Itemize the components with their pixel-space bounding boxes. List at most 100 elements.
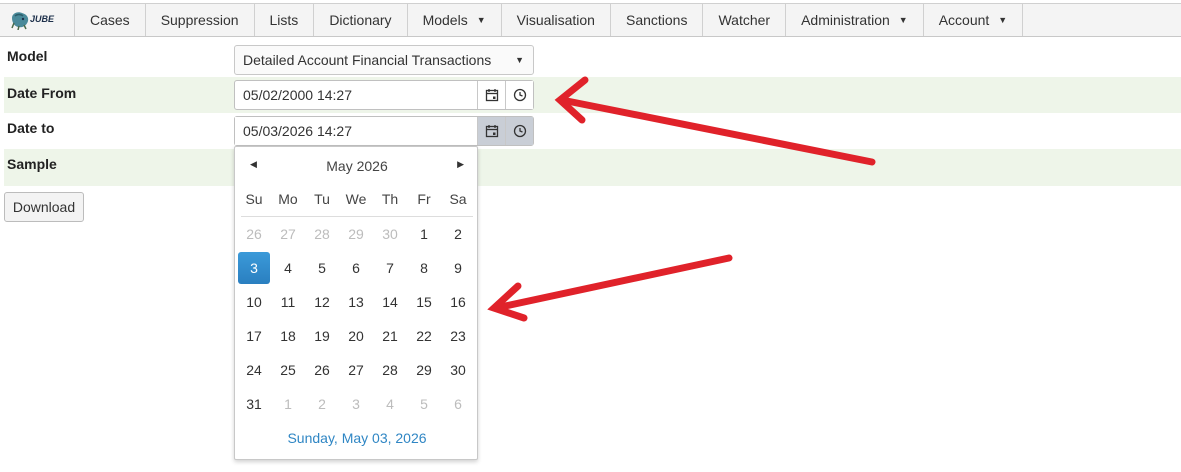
date-from-label: Date From [7,85,77,101]
calendar-day[interactable]: 29 [339,217,373,251]
calendar-day[interactable]: 28 [305,217,339,251]
nav-item-administration[interactable]: Administration ▼ [786,4,924,36]
calendar-week-row: 26 27 28 29 30 1 2 [237,217,477,251]
date-from-row: Date From [4,77,1181,113]
caret-down-icon: ▼ [898,15,908,25]
nav-item-label: Visualisation [516,12,595,28]
calendar-day[interactable]: 27 [339,353,373,387]
nav-item-account[interactable]: Account ▼ [924,4,1024,36]
calendar-day[interactable]: 22 [407,319,441,353]
model-row: Model [4,40,1181,76]
date-from-picker: 05/02/2000 14:27 [234,80,534,110]
calendar-day[interactable]: 11 [271,285,305,319]
logo-animal-icon [11,12,29,30]
calendar-header: ◀ May 2026 ▶ [235,155,479,179]
calendar-day[interactable]: 6 [339,251,373,285]
date-to-input[interactable]: 05/03/2026 14:27 [235,117,477,145]
calendar-day[interactable]: 12 [305,285,339,319]
calendar-day[interactable]: 8 [407,251,441,285]
calendar-icon [485,89,498,102]
caret-down-icon: ▼ [998,15,1008,25]
calendar-day[interactable]: 16 [441,285,475,319]
date-from-input[interactable]: 05/02/2000 14:27 [235,81,477,109]
nav-item-label: Watcher [718,12,771,28]
calendar-day[interactable]: 3 [339,387,373,421]
calendar-day[interactable]: 23 [441,319,475,353]
sample-label: Sample [7,156,57,172]
calendar-day[interactable]: 7 [373,251,407,285]
app-logo[interactable]: JUBE [0,4,75,36]
calendar-day[interactable]: 31 [237,387,271,421]
weekday-label: Mo [278,191,298,207]
nav-item-label: Cases [90,12,130,28]
calendar-day[interactable]: 6 [441,387,475,421]
nav-item-label: Sanctions [625,12,688,28]
model-select[interactable]: Detailed Account Financial Transactions … [234,45,534,75]
calendar-day[interactable]: 24 [237,353,271,387]
calendar-day[interactable]: 5 [305,251,339,285]
weekday-label: Fr [417,191,431,207]
chevron-down-icon: ▼ [515,55,524,65]
annotation-arrow-calendar [487,254,733,322]
calendar-day[interactable]: 30 [441,353,475,387]
calendar-day[interactable]: 28 [373,353,407,387]
nav-item-dictionary[interactable]: Dictionary [314,4,408,36]
calendar-day[interactable]: 2 [441,217,475,251]
nav-item-cases[interactable]: Cases [75,4,146,36]
top-navigation: JUBE Cases Suppression Lists Dictionary Mode… [0,3,1181,37]
model-label: Model [7,48,48,64]
calendar-day[interactable]: 2 [305,387,339,421]
nav-item-suppression[interactable]: Suppression [146,4,255,36]
nav-item-label: Dictionary [329,12,392,28]
calendar-day[interactable]: 21 [373,319,407,353]
triangle-right-icon[interactable]: ▶ [457,159,464,170]
calendar-day-selected[interactable]: 3 [238,252,270,284]
date-to-picker: 05/03/2026 14:27 [234,116,534,146]
download-button[interactable]: Download [4,192,84,222]
calendar-day[interactable]: 30 [373,217,407,251]
calendar-icon [485,125,498,138]
calendar-day[interactable]: 18 [271,319,305,353]
date-from-calendar-button[interactable] [477,81,505,109]
weekday-label: Sa [449,191,467,207]
calendar-day[interactable]: 25 [271,353,305,387]
calendar-day[interactable]: 4 [271,251,305,285]
calendar-week-row: 3456789 [237,251,477,285]
calendar-day[interactable]: 20 [339,319,373,353]
calendar-day[interactable]: 1 [271,387,305,421]
date-to-time-button[interactable] [505,117,533,145]
calendar-day[interactable]: 10 [237,285,271,319]
date-to-calendar-button[interactable] [477,117,505,145]
calendar-day[interactable]: 15 [407,285,441,319]
nav-item-label: Models [422,12,468,28]
calendar-day[interactable]: 27 [271,217,305,251]
calendar-day[interactable]: 14 [373,285,407,319]
date-to-row: Date to [4,113,1181,149]
weekday-label: We [345,191,367,207]
date-from-time-button[interactable] [505,81,533,109]
nav-item-label: Account [938,12,990,28]
calendar-week-row: 10 11 12 13 14 15 16 [237,285,477,319]
calendar-day[interactable]: 17 [237,319,271,353]
jube-logo: JUBE [10,9,56,31]
logo-wordmark: JUBE [30,14,55,24]
nav-item-lists[interactable]: Lists [255,4,315,36]
nav-item-watcher[interactable]: Watcher [703,4,787,36]
calendar-month-title[interactable]: May 2026 [235,158,479,174]
sample-row: Sample [4,149,1181,186]
calendar-day[interactable]: 29 [407,353,441,387]
nav-item-visualisation[interactable]: Visualisation [502,4,611,36]
nav-item-sanctions[interactable]: Sanctions [611,4,704,36]
calendar-day[interactable]: 5 [407,387,441,421]
calendar-day[interactable]: 9 [441,251,475,285]
calendar-day[interactable]: 26 [305,353,339,387]
calendar-day[interactable]: 19 [305,319,339,353]
calendar-day[interactable]: 4 [373,387,407,421]
date-picker-calendar: ◀ May 2026 ▶ Su Mo Tu We Th Fr Sa 26 27 28 29 30 1 2… [234,146,478,460]
calendar-day[interactable]: 26 [237,217,271,251]
calendar-day[interactable]: 1 [407,217,441,251]
calendar-today-link[interactable]: Sunday, May 03, 2026 [235,430,479,446]
calendar-week-row: 17 18 19 20 21 22 23 [237,319,477,353]
nav-item-models[interactable]: Models ▼ [408,4,502,36]
calendar-day[interactable]: 13 [339,285,373,319]
